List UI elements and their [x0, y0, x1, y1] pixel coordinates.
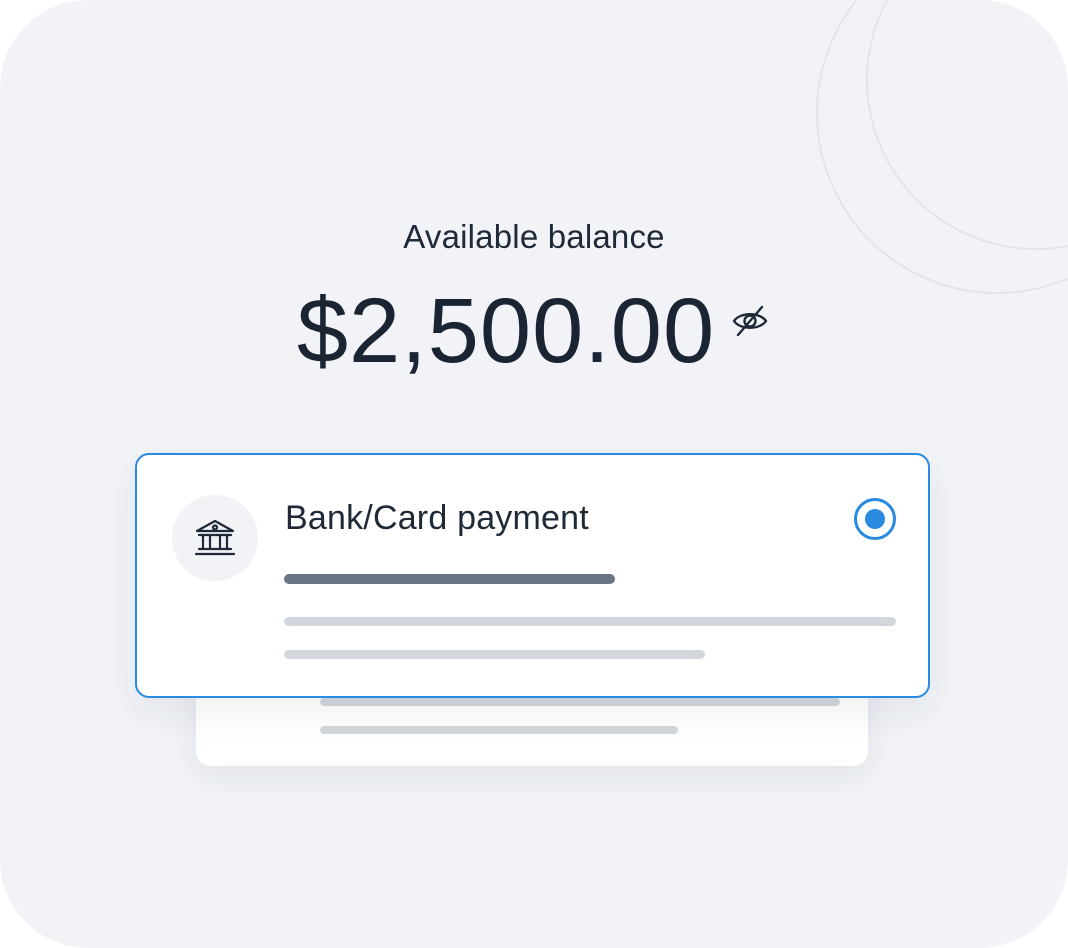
bank-card-payment-option[interactable]: Bank/Card payment — [135, 453, 930, 698]
eye-off-icon[interactable] — [729, 300, 771, 342]
bank-icon — [172, 495, 258, 581]
skeleton-line — [320, 726, 678, 734]
balance-panel: Available balance $2,500.00 Bank/Card pa… — [0, 0, 1068, 948]
skeleton-line — [284, 617, 896, 626]
skeleton-line — [284, 650, 705, 659]
balance-label: Available balance — [403, 218, 665, 255]
skeleton-line — [320, 698, 840, 706]
radio-selected-dot — [865, 509, 885, 529]
payment-option-radio[interactable] — [854, 498, 896, 540]
balance-row: $2,500.00 — [0, 276, 1068, 386]
skeleton-line — [284, 574, 615, 584]
balance-amount: $2,500.00 — [296, 280, 716, 382]
payment-option-title: Bank/Card payment — [285, 499, 589, 537]
